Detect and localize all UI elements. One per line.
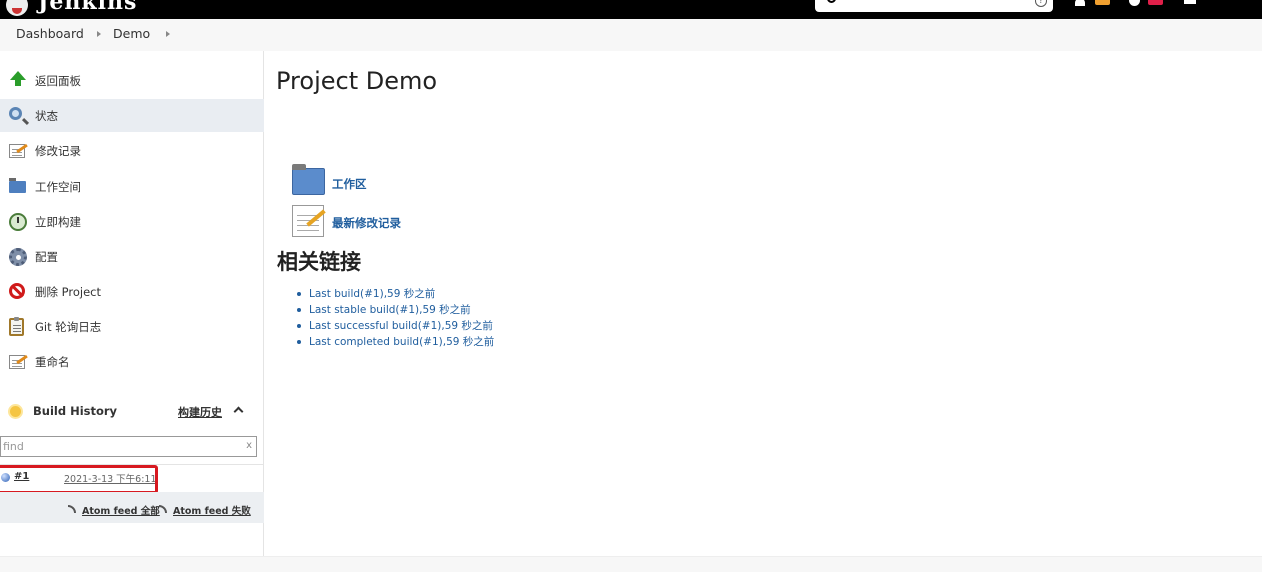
sidebar-item-delete-project[interactable]: 删除 Project — [0, 275, 264, 308]
build-trend-link[interactable]: 构建历史 — [178, 404, 222, 420]
user-icon[interactable] — [1184, 0, 1196, 4]
search-box[interactable]: ? — [815, 0, 1053, 12]
last-successful-build-link[interactable]: Last successful build(#1),59 秒之前 — [296, 319, 494, 335]
security-badge[interactable] — [1148, 0, 1163, 5]
breadcrumb-demo[interactable]: Demo — [113, 26, 150, 41]
notepad-icon — [9, 355, 25, 369]
folder-icon — [9, 178, 26, 193]
related-links-list: Last build(#1),59 秒之前 Last stable build(… — [296, 287, 494, 351]
clear-icon[interactable]: x — [246, 440, 252, 451]
rss-icon — [159, 505, 167, 513]
sidebar-item-label: 重命名 — [35, 355, 70, 369]
highlight-box — [0, 465, 158, 494]
related-links-heading: 相关链接 — [277, 250, 361, 274]
sidebar-item-configure[interactable]: 配置 — [0, 240, 264, 273]
sidebar-item-git-polling-log[interactable]: Git 轮询日志 — [0, 310, 264, 343]
folder-icon[interactable] — [292, 164, 325, 195]
last-completed-build-link[interactable]: Last completed build(#1),59 秒之前 — [296, 335, 494, 351]
chevron-up-icon[interactable] — [233, 406, 244, 417]
sidebar-item-rename[interactable]: 重命名 — [0, 345, 264, 378]
sidebar-item-build-now[interactable]: 立即构建 — [0, 205, 264, 238]
rss-icon — [68, 505, 76, 513]
sidebar-item-workspace[interactable]: 工作空间 — [0, 170, 264, 203]
clock-icon — [9, 213, 27, 231]
build-search-field[interactable]: x — [0, 436, 257, 457]
top-bar: Jenkins ? — [0, 0, 1262, 19]
build-search-input[interactable] — [3, 438, 238, 455]
sidebar-item-label: 返回面板 — [35, 74, 81, 88]
page-title: Project Demo — [276, 67, 438, 95]
build-history-title: Build History — [33, 404, 118, 418]
app-name[interactable]: Jenkins — [38, 0, 137, 15]
notification-badge[interactable] — [1095, 0, 1110, 5]
magnifier-icon — [9, 107, 22, 120]
sidebar-item-changes[interactable]: 修改记录 — [0, 134, 264, 167]
sidebar-item-label: 立即构建 — [35, 215, 81, 229]
atom-feed-failures-link[interactable]: Atom feed 失败 — [173, 503, 251, 517]
jenkins-logo-icon[interactable] — [6, 0, 28, 16]
last-stable-build-link[interactable]: Last stable build(#1),59 秒之前 — [296, 303, 494, 319]
breadcrumb-dashboard[interactable]: Dashboard — [16, 26, 84, 41]
sidebar-item-label: Git 轮询日志 — [35, 320, 102, 334]
sidebar-item-label: 修改记录 — [35, 144, 81, 158]
sidebar-item-label: 删除 Project — [35, 285, 102, 299]
sun-icon — [10, 406, 21, 417]
atom-feed-all-link[interactable]: Atom feed 全部 — [82, 503, 160, 517]
sidebar-item-label: 配置 — [35, 250, 58, 264]
notepad-icon — [9, 144, 25, 158]
search-icon — [827, 0, 836, 3]
no-entry-icon — [9, 283, 25, 299]
breadcrumb-separator-icon[interactable] — [166, 31, 170, 37]
help-icon[interactable]: ? — [1035, 0, 1047, 7]
sidebar: 返回面板 状态 修改记录 工作空间 立即构建 配置 删除 Project Git… — [0, 51, 264, 556]
notepad-icon[interactable] — [292, 205, 324, 237]
sidebar-item-status[interactable]: 状态 — [0, 99, 264, 132]
footer — [0, 556, 1262, 572]
atom-feeds: Atom feed 全部 Atom feed 失败 — [0, 492, 264, 523]
arrow-up-icon — [10, 71, 26, 86]
workspace-link[interactable]: 工作区 — [332, 176, 367, 192]
breadcrumb-separator-icon[interactable] — [97, 31, 101, 37]
recent-changes-link[interactable]: 最新修改记录 — [332, 215, 401, 231]
breadcrumb: Dashboard Demo — [0, 19, 1262, 51]
sidebar-item-label: 状态 — [35, 109, 58, 123]
clipboard-icon — [9, 317, 24, 336]
build-row[interactable]: #1 2021-3-13 下午6:11 — [0, 464, 264, 494]
sidebar-item-label: 工作空间 — [35, 180, 81, 194]
bell-icon[interactable] — [1075, 0, 1085, 6]
shield-icon[interactable] — [1129, 0, 1140, 6]
gear-icon — [9, 248, 27, 266]
build-history-header: Build History 构建历史 — [0, 394, 264, 430]
sidebar-item-back-to-dashboard[interactable]: 返回面板 — [0, 64, 264, 97]
last-build-link[interactable]: Last build(#1),59 秒之前 — [296, 287, 494, 303]
